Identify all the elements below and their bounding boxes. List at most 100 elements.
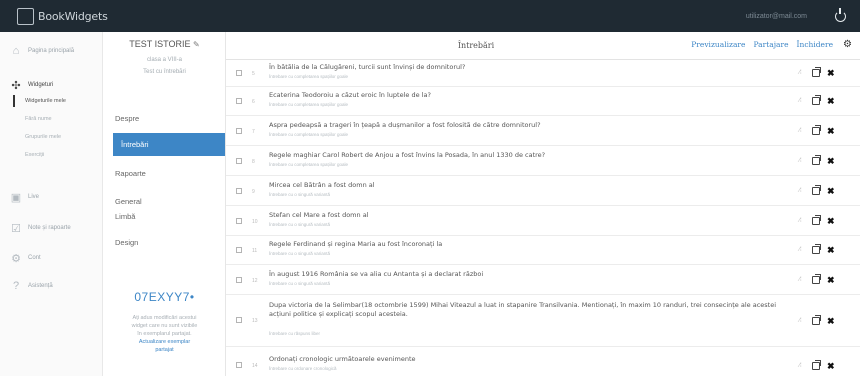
sidebar-item-grading[interactable]: ☑ Note și rapoarte xyxy=(10,222,71,235)
menu-item-questions[interactable]: Întrebări xyxy=(113,133,225,156)
sidebar-item-widgets[interactable]: ✣ Widgeturi xyxy=(10,79,54,92)
note-line: widget care nu sunt vizibile xyxy=(131,323,198,329)
copy-icon[interactable] xyxy=(812,125,821,135)
sidebar-item-label: Pagina principală xyxy=(28,48,75,54)
sidebar-item-account[interactable]: ⚙ Cont xyxy=(10,252,41,265)
row-checkbox[interactable] xyxy=(236,188,242,194)
widget-panel: TEST ISTORIE ✎ clasa a VIII-a Test cu în… xyxy=(103,32,226,376)
widgets-icon: ✣ xyxy=(11,79,21,92)
row-checkbox[interactable] xyxy=(236,128,242,134)
copy-icon[interactable] xyxy=(812,95,821,105)
row-checkbox[interactable] xyxy=(236,158,242,164)
copy-icon[interactable] xyxy=(812,315,821,325)
question-row[interactable]: 5 În bătălia de la Călugăreni, turcii su… xyxy=(226,60,860,87)
question-row[interactable]: 14 Ordonați cronologic următoarele eveni… xyxy=(226,347,860,376)
update-shared-link[interactable]: Actualizare exemplar xyxy=(111,338,218,346)
close-link[interactable]: Închidere xyxy=(797,40,834,49)
question-type: Întrebare cu completarea spațiilor goale xyxy=(269,102,349,107)
share-code-text: 07EXYY7 xyxy=(134,290,190,304)
top-bar: BookWidgets utilizator@mail.com xyxy=(0,0,860,32)
copy-icon[interactable] xyxy=(812,244,821,254)
row-checkbox[interactable] xyxy=(236,218,242,224)
question-text: Stefan cel Mare a fost domn al xyxy=(269,211,369,219)
sidebar-item-label: Widgeturi xyxy=(28,82,54,88)
stats-icon[interactable]: ∕⁞ xyxy=(799,70,812,76)
stats-icon[interactable]: ∕⁞ xyxy=(799,98,812,104)
copy-icon[interactable] xyxy=(812,155,821,165)
menu-item-language[interactable]: Limbă xyxy=(115,212,135,221)
stats-icon[interactable]: ∕⁞ xyxy=(799,128,812,134)
question-type: Întrebare cu o singură variantă xyxy=(269,222,331,227)
row-checkbox[interactable] xyxy=(236,98,242,104)
question-number: 6 xyxy=(252,99,255,105)
question-row[interactable]: 7 Aspra pedeapsă a trageri în țeapă a du… xyxy=(226,116,860,146)
copy-icon[interactable] xyxy=(812,67,821,77)
close-icon[interactable]: ✖ xyxy=(827,69,835,78)
close-icon[interactable]: ✖ xyxy=(827,276,835,285)
row-checkbox[interactable] xyxy=(236,362,242,368)
widget-subtitle: Test cu întrebări xyxy=(143,69,186,75)
row-checkbox[interactable] xyxy=(236,247,242,253)
question-row[interactable]: 9 Mircea cel Bătrân a fost domn al Între… xyxy=(226,176,860,206)
row-checkbox[interactable] xyxy=(236,317,242,323)
update-shared-link[interactable]: partajat xyxy=(111,346,218,354)
sidebar-subitem-exercises[interactable]: Exerciții xyxy=(25,152,44,158)
question-text: Regele maghiar Carol Robert de Anjou a f… xyxy=(269,151,546,159)
app-logo[interactable]: BookWidgets xyxy=(17,7,108,25)
copy-icon[interactable] xyxy=(812,185,821,195)
dot-icon: • xyxy=(189,290,195,304)
question-text: Dupa victoria de la Selimbar(18 octombri… xyxy=(269,301,777,318)
stats-icon[interactable]: ∕⁞ xyxy=(799,158,812,164)
sidebar-item-label: Asistență xyxy=(28,283,53,289)
sidebar-item-home[interactable]: ⌂ Pagina principală xyxy=(10,45,74,57)
close-icon[interactable]: ✖ xyxy=(827,317,835,326)
stats-icon[interactable]: ∕⁞ xyxy=(799,277,812,283)
sidebar-subitem-my-widgets[interactable]: Widgeturile mele xyxy=(25,98,66,104)
power-icon[interactable] xyxy=(835,7,846,22)
question-row[interactable]: 10 Stefan cel Mare a fost domn al Întreb… xyxy=(226,206,860,236)
sidebar-item-help[interactable]: ? Asistență xyxy=(10,280,53,292)
stats-icon[interactable]: ∕⁞ xyxy=(799,247,812,253)
question-row[interactable]: 12 În august 1916 România se va alia cu … xyxy=(226,265,860,295)
question-type: Întrebare cu o singură variantă xyxy=(269,251,331,256)
sidebar-item-live[interactable]: ▣ Live xyxy=(10,191,40,204)
widget-title[interactable]: TEST ISTORIE ✎ xyxy=(103,39,226,49)
sidebar-subitem-groups[interactable]: Grupurile mele xyxy=(25,134,61,140)
preview-link[interactable]: Previzualizare xyxy=(691,40,745,49)
stats-icon[interactable]: ∕⁞ xyxy=(799,188,812,194)
close-icon[interactable]: ✖ xyxy=(827,362,835,371)
row-checkbox[interactable] xyxy=(236,277,242,283)
question-row[interactable]: 6 Ecaterina Teodoroiu a căzut eroic în l… xyxy=(226,87,860,116)
question-type: Întrebare cu răspuns liber xyxy=(269,331,321,336)
app-name: BookWidgets xyxy=(38,9,108,23)
close-icon[interactable]: ✖ xyxy=(827,246,835,255)
close-icon[interactable]: ✖ xyxy=(827,127,835,136)
close-icon[interactable]: ✖ xyxy=(827,97,835,106)
copy-icon[interactable] xyxy=(812,274,821,284)
copy-icon[interactable] xyxy=(812,215,821,225)
menu-item-rapoarte[interactable]: Rapoarte xyxy=(115,169,146,178)
menu-item-about[interactable]: Despre xyxy=(115,114,139,123)
menu-item-general[interactable]: General xyxy=(115,197,142,206)
stats-icon[interactable]: ∕⁞ xyxy=(799,363,812,369)
widget-title-text: TEST ISTORIE xyxy=(129,39,191,49)
close-icon[interactable]: ✖ xyxy=(827,217,835,226)
sidebar-item-label: Live xyxy=(28,194,40,200)
stats-icon[interactable]: ∕⁞ xyxy=(799,318,812,324)
stats-icon[interactable]: ∕⁞ xyxy=(799,218,812,224)
question-number: 13 xyxy=(252,318,258,324)
pencil-icon[interactable]: ✎ xyxy=(193,40,200,49)
question-row[interactable]: 13 Dupa victoria de la Selimbar(18 octom… xyxy=(226,295,860,347)
close-icon[interactable]: ✖ xyxy=(827,187,835,196)
share-link[interactable]: Partajare xyxy=(753,40,788,49)
question-row[interactable]: 11 Regele Ferdinand și regina Maria au f… xyxy=(226,236,860,265)
user-email[interactable]: utilizator@mail.com xyxy=(746,13,807,20)
sidebar-subitem-unnamed[interactable]: Fără nume xyxy=(25,116,52,122)
row-checkbox[interactable] xyxy=(236,70,242,76)
gear-icon[interactable]: ⚙ xyxy=(843,39,852,50)
menu-item-design[interactable]: Design xyxy=(115,238,138,247)
question-type: Întrebare cu completarea spațiilor goale xyxy=(269,162,349,167)
question-row[interactable]: 8 Regele maghiar Carol Robert de Anjou a… xyxy=(226,146,860,176)
copy-icon[interactable] xyxy=(812,360,821,370)
close-icon[interactable]: ✖ xyxy=(827,157,835,166)
